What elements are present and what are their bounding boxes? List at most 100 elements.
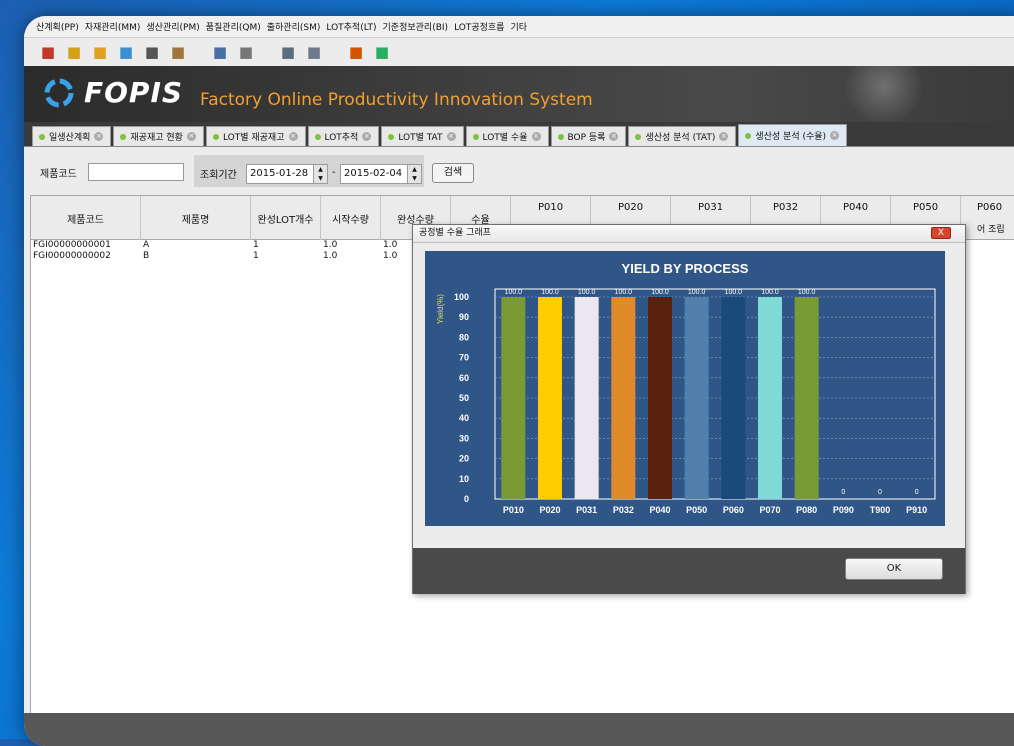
tab-label: LOT별 수율: [482, 133, 528, 143]
users-icon[interactable]: ■: [210, 42, 230, 62]
package-icon[interactable]: ■: [372, 42, 392, 62]
upload-icon[interactable]: ■: [90, 42, 110, 62]
search-icon[interactable]: ■: [142, 42, 162, 62]
y-tick-label: 40: [459, 413, 469, 423]
tab-9[interactable]: 생산성 분석 (수율) ×: [738, 124, 848, 146]
bar-p070: [758, 297, 782, 499]
tab-close-icon[interactable]: ×: [362, 132, 372, 141]
data-label: 100.0: [725, 289, 743, 296]
menu-item[interactable]: LOT공정흐름: [454, 20, 504, 33]
tab-3[interactable]: LOT별 재공재고 ×: [205, 126, 306, 146]
bar-p010: [501, 297, 526, 499]
filter-bar: 제품코드 조회기간 2015-01-28 ▲ ▼ - 2015-02-04 ▲ ▼ …: [24, 153, 1014, 187]
tab-close-icon[interactable]: ×: [186, 132, 196, 141]
menu-item[interactable]: 생산관리(PM): [146, 20, 199, 33]
brand-tagline: Factory Online Productivity Innovation S…: [200, 90, 593, 110]
menu-item[interactable]: LOT추적(LT): [326, 20, 376, 33]
menu-bar: 산계획(PP) 자재관리(MM) 생산관리(PM) 품질관리(QM) 출하관리(SM) L…: [24, 16, 1014, 38]
date-from-spinner[interactable]: ▲ ▼: [313, 165, 327, 183]
yield-chart: YIELD BY PROCESS Yield(%) 0 10 20 30 40 50 60 70 8…: [436, 261, 936, 515]
tab-5[interactable]: LOT별 TAT ×: [381, 126, 464, 146]
data-label: 100.0: [761, 289, 779, 296]
x-tick-label: P070: [759, 505, 780, 515]
data-label: 100.0: [578, 289, 596, 296]
date-to-field[interactable]: 2015-02-04 ▲ ▼: [340, 164, 422, 184]
download-icon[interactable]: ■: [116, 42, 136, 62]
tab-7[interactable]: BOP 등록 ×: [550, 126, 627, 146]
menu-item[interactable]: 기준정보관리(BI): [383, 20, 449, 33]
tab-status-dot-icon: [388, 133, 395, 140]
data-label: 0: [915, 489, 919, 496]
x-tick-label: P090: [833, 505, 854, 515]
menu-item[interactable]: 기타: [510, 20, 527, 33]
database-icon[interactable]: ■: [278, 42, 298, 62]
tab-close-icon[interactable]: ×: [719, 132, 729, 141]
tab-1[interactable]: 일생산계획 ×: [32, 126, 112, 146]
magnify-person-icon[interactable]: ■: [346, 42, 366, 62]
table-cell: FGI00000000001: [33, 240, 111, 250]
calendar-icon[interactable]: ■: [38, 42, 58, 62]
tab-2[interactable]: 재공재고 현황 ×: [113, 126, 204, 146]
tab-4[interactable]: LOT추적 ×: [307, 126, 380, 146]
y-axis-label: Yield(%): [436, 294, 445, 324]
tab-8[interactable]: 생산성 분석 (TAT) ×: [628, 126, 737, 146]
tab-label: 생산성 분석 (TAT): [645, 133, 716, 143]
tab-status-dot-icon: [314, 133, 321, 140]
tab-close-icon[interactable]: ×: [446, 132, 456, 141]
column-header[interactable]: 완성LOT개수: [251, 196, 321, 240]
dialog-close-button[interactable]: X: [931, 227, 951, 239]
tab-close-icon[interactable]: ×: [830, 131, 840, 140]
table-cell: 1: [253, 251, 259, 261]
date-to-spinner[interactable]: ▲ ▼: [407, 165, 421, 183]
x-tick-label: P910: [906, 505, 927, 515]
column-header[interactable]: 시작수량: [321, 196, 381, 240]
tab-label: 일생산계획: [49, 133, 91, 143]
folder-arrow-icon[interactable]: ■: [64, 42, 84, 62]
menu-item[interactable]: 자재관리(MM): [85, 20, 141, 33]
table-cell: 1.0: [323, 240, 338, 250]
bar-p031: [574, 297, 599, 499]
tab-close-icon[interactable]: ×: [288, 132, 298, 141]
column-header[interactable]: 제품코드: [31, 196, 141, 240]
data-label: 0: [841, 489, 845, 496]
tab-label: LOT별 재공재고: [222, 133, 285, 143]
x-tick-label: P031: [576, 505, 597, 515]
tab-status-dot-icon: [635, 133, 642, 140]
banner-glow: [844, 66, 924, 122]
y-tick-label: 30: [459, 433, 469, 443]
tab-close-icon[interactable]: ×: [94, 132, 104, 141]
table-cell: 1.0: [323, 251, 338, 261]
product-code-input[interactable]: [88, 163, 184, 181]
tab-close-icon[interactable]: ×: [531, 132, 541, 141]
bar-p050: [684, 297, 709, 499]
y-tick-label: 70: [459, 353, 469, 363]
brand-name: FOPIS: [84, 76, 184, 109]
menu-item[interactable]: 출하관리(SM): [267, 20, 321, 33]
box-icon[interactable]: ■: [168, 42, 188, 62]
db-search-icon[interactable]: ■: [304, 42, 324, 62]
y-tick-label: 100: [454, 292, 469, 302]
stack-icon[interactable]: ■: [236, 42, 256, 62]
data-label: 100.0: [798, 289, 816, 296]
table-cell: B: [143, 251, 150, 261]
bar-p080: [794, 297, 819, 499]
y-tick-label: 90: [459, 312, 469, 322]
y-tick-label: 80: [459, 332, 469, 342]
tab-close-icon[interactable]: ×: [609, 132, 619, 141]
toolbar: ■ ■ ■ ■ ■ ■ ■ ■ ■ ■ ■ ■: [24, 38, 1014, 66]
date-from-field[interactable]: 2015-01-28 ▲ ▼: [246, 164, 328, 184]
menu-item[interactable]: 산계획(PP): [36, 20, 79, 33]
menu-item[interactable]: 품질관리(QM): [206, 20, 261, 33]
table-cell: 1: [253, 240, 259, 250]
ok-button[interactable]: OK: [845, 558, 943, 580]
bar-p020: [538, 297, 562, 499]
tab-6[interactable]: LOT별 수율 ×: [465, 126, 549, 146]
x-tick-label: T900: [870, 505, 891, 515]
chart-title: YIELD BY PROCESS: [622, 261, 749, 276]
table-cell: 1.0: [383, 251, 398, 261]
status-bar: [24, 713, 1014, 746]
column-header[interactable]: 제품명: [141, 196, 251, 240]
search-button[interactable]: 검색: [432, 163, 474, 183]
y-tick-label: 60: [459, 373, 469, 383]
tab-label: 생산성 분석 (수율): [755, 132, 827, 142]
